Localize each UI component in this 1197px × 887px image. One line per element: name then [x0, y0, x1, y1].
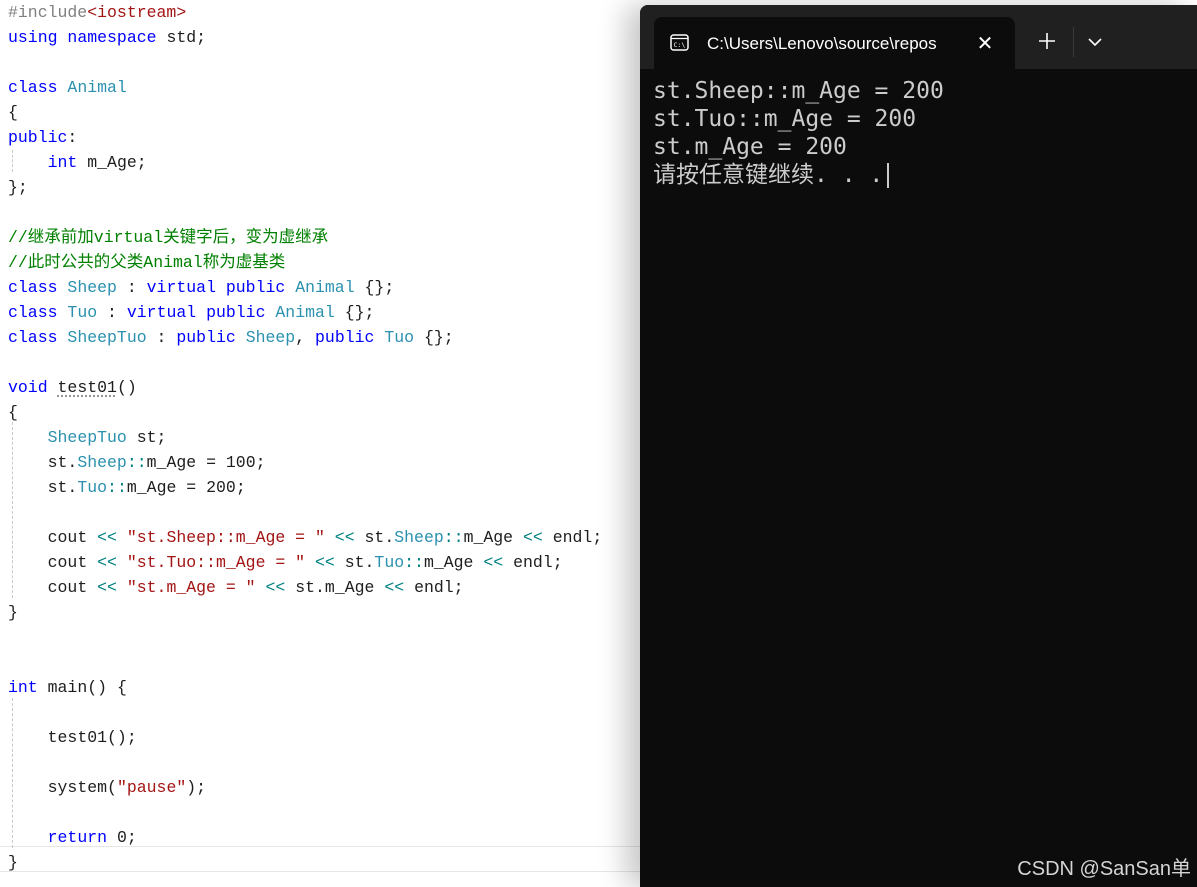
code-line: st.Sheep::m_Age = 100; — [47, 453, 266, 472]
terminal-window[interactable]: C:\ C:\Users\Lenovo\source\repos ✕ st.Sh… — [640, 5, 1197, 887]
code-line: class Sheep : virtual public Animal {}; — [8, 278, 395, 297]
code-line: class Tuo : virtual public Animal {}; — [8, 303, 375, 322]
output-line: st.m_Age = 200 — [653, 134, 847, 160]
tab-divider — [1073, 27, 1074, 57]
svg-text:C:\: C:\ — [674, 41, 686, 49]
code-line: system("pause"); — [47, 778, 207, 797]
output-line: st.Tuo::m_Age = 200 — [653, 106, 917, 132]
code-line: st.Tuo::m_Age = 200; — [47, 478, 246, 497]
code-line: } — [8, 853, 18, 872]
chevron-down-icon[interactable] — [1081, 27, 1109, 57]
code-line: { — [8, 103, 18, 122]
code-line: }; — [8, 178, 28, 197]
code-line: return 0; — [47, 828, 137, 847]
code-line: //此时公共的父类Animal称为虚基类 — [8, 253, 286, 272]
terminal-tab-bar: C:\ C:\Users\Lenovo\source\repos ✕ — [640, 5, 1197, 69]
code-line: class Animal — [8, 78, 127, 97]
code-line: cout << "st.Sheep::m_Age = " << st.Sheep… — [47, 528, 603, 547]
code-line: int main() { — [8, 678, 127, 697]
output-line: 请按任意键继续. . . — [653, 161, 1197, 189]
code-line: { — [8, 403, 18, 422]
code-line: test01(); — [47, 728, 137, 747]
code-line: cout << "st.m_Age = " << st.m_Age << end… — [47, 578, 464, 597]
watermark: CSDN @SanSan单 — [1017, 858, 1191, 880]
code-line: int m_Age; — [47, 153, 147, 172]
terminal-tab[interactable]: C:\ C:\Users\Lenovo\source\repos ✕ — [654, 17, 1015, 69]
code-line: } — [8, 603, 18, 622]
terminal-icon: C:\ — [670, 34, 689, 51]
terminal-tab-title: C:\Users\Lenovo\source\repos — [707, 34, 937, 53]
terminal-output[interactable]: st.Sheep::m_Age = 200 st.Tuo::m_Age = 20… — [653, 77, 1197, 189]
code-line: SheepTuo st; — [47, 428, 167, 447]
text-cursor — [887, 163, 890, 188]
plus-icon[interactable] — [1031, 25, 1063, 57]
code-line: //继承前加virtual关键字后，变为虚继承 — [8, 228, 329, 247]
code-line: class SheepTuo : public Sheep, public Tu… — [8, 328, 454, 347]
code-line: #include<iostream> — [8, 3, 187, 22]
pause-prompt: 请按任意键继续. . . — [653, 162, 884, 188]
code-line: cout << "st.Tuo::m_Age = " << st.Tuo::m_… — [47, 553, 563, 572]
output-line: st.Sheep::m_Age = 200 — [653, 78, 944, 104]
close-icon[interactable]: ✕ — [972, 29, 998, 57]
code-line: using namespace std; — [8, 28, 207, 47]
code-line: public: — [8, 128, 78, 147]
code-line: void test01() — [8, 378, 137, 397]
